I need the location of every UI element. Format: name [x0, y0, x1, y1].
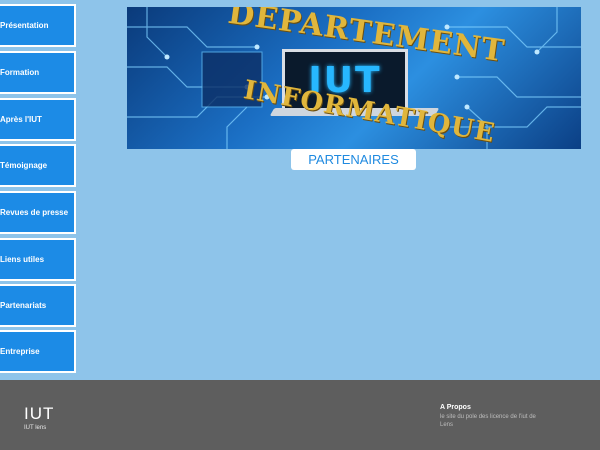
- footer: IUT IUT lens A Propos le site du pole de…: [0, 380, 600, 450]
- sidebar-item-partenariats[interactable]: Partenariats: [0, 284, 76, 327]
- sidebar-item-presentation[interactable]: Présentation: [0, 4, 76, 47]
- sidebar-item-liens-utiles[interactable]: Liens utiles: [0, 238, 76, 281]
- footer-about-title: A Propos: [440, 404, 471, 411]
- footer-logo-subtext: IUT lens: [24, 425, 47, 431]
- sidebar-item-formation[interactable]: Formation: [0, 51, 76, 94]
- page-title: PARTENAIRES: [291, 149, 416, 170]
- sidebar-item-apres-iut[interactable]: Après l'IUT: [0, 98, 76, 141]
- sidebar-item-revues-de-presse[interactable]: Revues de presse: [0, 191, 76, 234]
- banner-image: DEPARTEMENT IUT INFORMATIQUE: [127, 7, 581, 149]
- sidebar-item-temoignage[interactable]: Témoignage: [0, 144, 76, 187]
- footer-logo[interactable]: IUT: [24, 404, 54, 424]
- sidebar-item-entreprise[interactable]: Entreprise: [0, 330, 76, 373]
- footer-about-text: le site du pole des licence de l'iut de …: [440, 414, 536, 428]
